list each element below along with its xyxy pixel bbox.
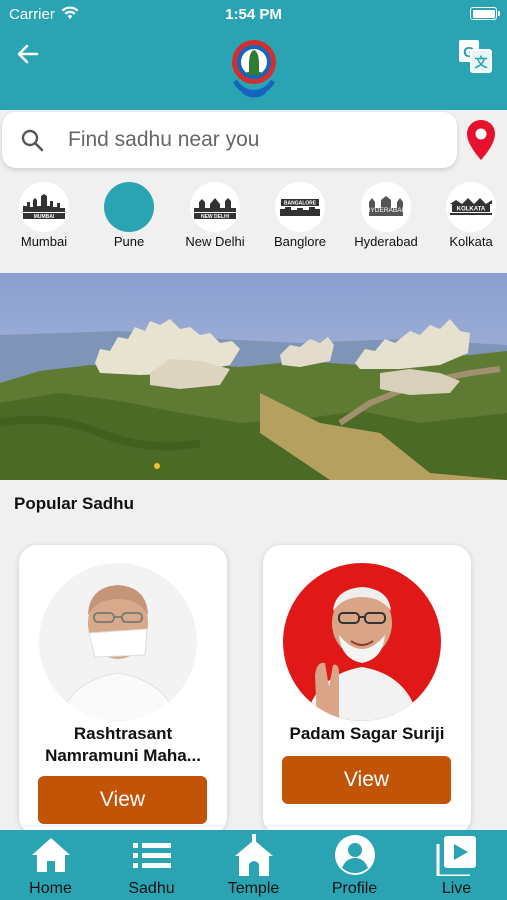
- nav-sadhu[interactable]: Sadhu: [101, 830, 202, 900]
- temple-landscape-image: [0, 273, 507, 480]
- svg-text:文: 文: [474, 55, 488, 70]
- city-label: Pune: [113, 234, 145, 249]
- nav-label: Live: [441, 880, 472, 897]
- svg-text:HYDERABAD: HYDERABAD: [366, 207, 407, 214]
- sadhu-avatar: [283, 563, 441, 721]
- nav-label: Temple: [227, 880, 280, 897]
- nav-label: Profile: [331, 880, 378, 897]
- nav-profile[interactable]: Profile: [304, 830, 405, 900]
- city-hyderabad[interactable]: HYDERABAD Hyderabad: [343, 180, 429, 250]
- nav-live[interactable]: Live: [406, 830, 507, 900]
- view-button[interactable]: View: [282, 756, 451, 804]
- back-arrow-icon[interactable]: [14, 40, 42, 68]
- svg-text:BANGALORE: BANGALORE: [284, 201, 317, 207]
- translate-icon[interactable]: G 文: [457, 38, 493, 74]
- battery-icon: [470, 7, 500, 20]
- list-icon: [133, 843, 171, 868]
- search-input[interactable]: [68, 123, 438, 157]
- banglore-skyline-icon: BANGALORE: [275, 182, 325, 232]
- view-button[interactable]: View: [38, 776, 207, 824]
- nav-home[interactable]: Home: [0, 830, 101, 900]
- app-logo: [232, 40, 276, 98]
- status-bar: Carrier 1:54 PM: [0, 0, 507, 30]
- sadhu-avatar: [39, 563, 197, 721]
- app-header: Carrier 1:54 PM G 文: [0, 0, 507, 110]
- nav-label: Sadhu: [128, 880, 175, 897]
- city-kolkata[interactable]: KOLKATA Kolkata: [428, 180, 507, 250]
- sadhu-name: Padam Sagar Suriji: [289, 724, 445, 743]
- hyderabad-skyline-icon: HYDERABAD: [361, 182, 411, 232]
- home-icon: [32, 838, 70, 872]
- temple-icon: [235, 834, 273, 876]
- sadhu-card[interactable]: Rashtrasant Namramuni Maha... View: [19, 545, 227, 835]
- city-label: New Delhi: [185, 234, 245, 249]
- city-selector: MUMBAI Mumbai Pune NEW DELHI New Delhi B…: [0, 180, 507, 265]
- city-new-delhi[interactable]: NEW DELHI New Delhi: [172, 180, 258, 250]
- city-pune[interactable]: Pune: [86, 180, 172, 250]
- live-video-icon: [436, 836, 476, 876]
- mumbai-skyline-icon: MUMBAI: [19, 182, 69, 232]
- nav-label: Home: [29, 880, 72, 897]
- delhi-skyline-icon: NEW DELHI: [190, 182, 240, 232]
- city-label: Hyderabad: [354, 234, 418, 249]
- section-title-popular-sadhu: Popular Sadhu: [14, 494, 134, 513]
- city-banglore[interactable]: BANGALORE Banglore: [257, 180, 343, 250]
- city-label: Banglore: [273, 234, 327, 249]
- location-pin-icon[interactable]: [465, 118, 497, 162]
- city-label: Mumbai: [20, 234, 68, 249]
- sadhu-name: Rashtrasant Namramuni Maha...: [45, 724, 201, 765]
- search-icon: [21, 129, 44, 152]
- status-time: 1:54 PM: [225, 6, 282, 23]
- bottom-navigation: Home Sadhu Temple Profile Live: [0, 830, 507, 900]
- search-bar[interactable]: [2, 112, 457, 168]
- nav-temple[interactable]: Temple: [203, 830, 304, 900]
- city-mumbai[interactable]: MUMBAI Mumbai: [1, 180, 87, 250]
- profile-icon: [335, 835, 375, 875]
- banner-image: [0, 273, 507, 480]
- svg-text:KOLKATA: KOLKATA: [457, 207, 486, 213]
- svg-text:MUMBAI: MUMBAI: [34, 214, 55, 220]
- sadhu-card[interactable]: Padam Sagar Suriji View: [263, 545, 471, 835]
- kolkata-skyline-icon: KOLKATA: [446, 182, 496, 232]
- pune-city-icon: [104, 182, 154, 232]
- svg-text:NEW DELHI: NEW DELHI: [201, 214, 230, 220]
- city-label: Kolkata: [449, 234, 493, 249]
